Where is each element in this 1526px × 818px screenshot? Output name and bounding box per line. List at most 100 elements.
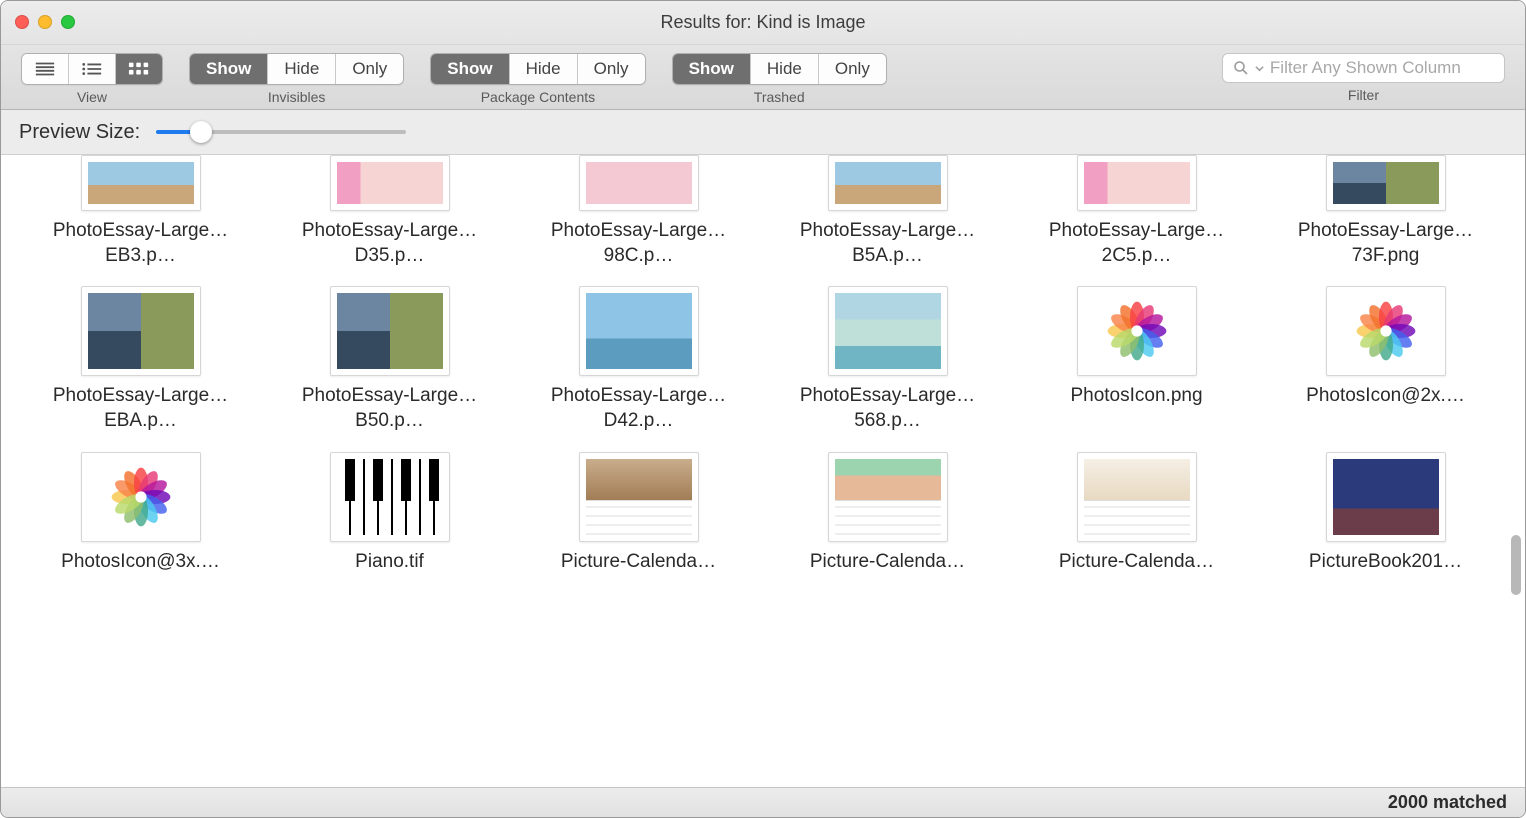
view-list-button[interactable] bbox=[22, 54, 68, 84]
packages-segmented: Show Hide Only bbox=[430, 53, 645, 85]
trashed-show-button[interactable]: Show bbox=[673, 54, 750, 84]
file-name: Piano.tif bbox=[355, 550, 424, 575]
filter-input[interactable] bbox=[1270, 58, 1494, 78]
filter-group: Filter bbox=[1222, 53, 1505, 103]
file-item[interactable]: PhotoEssay-Large…98C.p… bbox=[519, 155, 758, 268]
file-thumbnail bbox=[579, 286, 699, 376]
file-item[interactable]: PhotosIcon@3x.… bbox=[21, 452, 260, 575]
file-thumbnail bbox=[330, 155, 450, 211]
file-item[interactable]: PhotosIcon@2x.… bbox=[1266, 286, 1505, 433]
file-name: Picture-Calenda… bbox=[1059, 550, 1214, 575]
toolbar: View Show Hide Only Invisibles Show Hide… bbox=[1, 45, 1525, 110]
preview-size-bar: Preview Size: bbox=[1, 110, 1525, 155]
file-item[interactable]: PhotoEssay-Large…EB3.p… bbox=[21, 155, 260, 268]
file-name: PhotoEssay-Large…B50.p… bbox=[295, 384, 485, 433]
packages-caption: Package Contents bbox=[481, 89, 595, 105]
file-item[interactable]: Picture-Calenda… bbox=[519, 452, 758, 575]
file-item[interactable]: PhotoEssay-Large…B5A.p… bbox=[768, 155, 1007, 268]
file-name: PhotoEssay-Large…D42.p… bbox=[544, 384, 734, 433]
results-area: PhotoEssay-Large…EB3.p… PhotoEssay-Large… bbox=[1, 155, 1525, 787]
trashed-caption: Trashed bbox=[754, 89, 805, 105]
file-name: PhotosIcon@2x.… bbox=[1306, 384, 1465, 409]
filter-field[interactable] bbox=[1222, 53, 1505, 83]
file-item[interactable]: Picture-Calenda… bbox=[768, 452, 1007, 575]
file-name: PhotoEssay-Large…B5A.p… bbox=[793, 219, 983, 268]
file-thumbnail bbox=[828, 155, 948, 211]
preview-size-label: Preview Size: bbox=[19, 121, 140, 144]
file-name: Picture-Calenda… bbox=[561, 550, 716, 575]
traffic-lights bbox=[15, 15, 75, 29]
view-segmented bbox=[21, 53, 163, 85]
file-thumbnail bbox=[81, 452, 201, 542]
file-item[interactable]: PhotoEssay-Large…D42.p… bbox=[519, 286, 758, 433]
search-icon bbox=[1233, 60, 1249, 76]
view-caption: View bbox=[77, 89, 107, 105]
file-thumbnail bbox=[579, 155, 699, 211]
invisibles-only-button[interactable]: Only bbox=[335, 54, 403, 84]
packages-only-button[interactable]: Only bbox=[577, 54, 645, 84]
titlebar: Results for: Kind is Image bbox=[1, 1, 1525, 45]
file-thumbnail bbox=[1326, 286, 1446, 376]
list-lines-icon bbox=[34, 61, 56, 77]
results-grid: PhotoEssay-Large…EB3.p… PhotoEssay-Large… bbox=[1, 155, 1525, 594]
packages-group: Show Hide Only Package Contents bbox=[430, 53, 645, 105]
view-outline-button[interactable] bbox=[68, 54, 115, 84]
view-icon-button[interactable] bbox=[115, 54, 162, 84]
slider-thumb[interactable] bbox=[190, 121, 212, 143]
file-item[interactable]: PictureBook201… bbox=[1266, 452, 1505, 575]
file-item[interactable]: PhotoEssay-Large…568.p… bbox=[768, 286, 1007, 433]
file-name: PhotoEssay-Large…EB3.p… bbox=[46, 219, 236, 268]
view-group: View bbox=[21, 53, 163, 105]
file-item[interactable]: PhotoEssay-Large…73F.png bbox=[1266, 155, 1505, 268]
status-bar: 2000 matched bbox=[1, 787, 1525, 817]
file-name: PhotoEssay-Large…568.p… bbox=[793, 384, 983, 433]
file-thumbnail bbox=[1077, 452, 1197, 542]
file-thumbnail bbox=[1077, 286, 1197, 376]
scrollbar-thumb[interactable] bbox=[1511, 535, 1521, 595]
window-title: Results for: Kind is Image bbox=[660, 12, 865, 33]
file-item[interactable]: Piano.tif bbox=[270, 452, 509, 575]
packages-show-button[interactable]: Show bbox=[431, 54, 508, 84]
minimize-button[interactable] bbox=[38, 15, 52, 29]
trashed-hide-button[interactable]: Hide bbox=[750, 54, 818, 84]
file-thumbnail bbox=[1326, 155, 1446, 211]
invisibles-caption: Invisibles bbox=[268, 89, 326, 105]
outline-icon bbox=[81, 61, 103, 77]
packages-hide-button[interactable]: Hide bbox=[509, 54, 577, 84]
file-item[interactable]: PhotoEssay-Large…EBA.p… bbox=[21, 286, 260, 433]
trashed-group: Show Hide Only Trashed bbox=[672, 53, 887, 105]
file-name: PhotoEssay-Large…D35.p… bbox=[295, 219, 485, 268]
invisibles-segmented: Show Hide Only bbox=[189, 53, 404, 85]
close-button[interactable] bbox=[15, 15, 29, 29]
file-name: PictureBook201… bbox=[1309, 550, 1462, 575]
file-thumbnail bbox=[828, 286, 948, 376]
file-name: PhotoEssay-Large…73F.png bbox=[1291, 219, 1481, 268]
file-item[interactable]: PhotoEssay-Large…D35.p… bbox=[270, 155, 509, 268]
file-item[interactable]: Picture-Calenda… bbox=[1017, 452, 1256, 575]
file-thumbnail bbox=[1077, 155, 1197, 211]
file-name: PhotosIcon.png bbox=[1070, 384, 1202, 409]
grid-icon bbox=[128, 61, 150, 77]
file-name: Picture-Calenda… bbox=[810, 550, 965, 575]
filter-caption: Filter bbox=[1348, 87, 1379, 103]
file-thumbnail bbox=[330, 286, 450, 376]
file-thumbnail bbox=[330, 452, 450, 542]
chevron-down-icon bbox=[1255, 64, 1264, 73]
preview-size-slider[interactable] bbox=[156, 122, 406, 142]
invisibles-show-button[interactable]: Show bbox=[190, 54, 267, 84]
file-name: PhotoEssay-Large…EBA.p… bbox=[46, 384, 236, 433]
file-item[interactable]: PhotoEssay-Large…B50.p… bbox=[270, 286, 509, 433]
file-thumbnail bbox=[1326, 452, 1446, 542]
file-name: PhotoEssay-Large…98C.p… bbox=[544, 219, 734, 268]
window: Results for: Kind is Image View Show Hid… bbox=[0, 0, 1526, 818]
invisibles-group: Show Hide Only Invisibles bbox=[189, 53, 404, 105]
file-name: PhotoEssay-Large…2C5.p… bbox=[1042, 219, 1232, 268]
file-thumbnail bbox=[828, 452, 948, 542]
file-name: PhotosIcon@3x.… bbox=[61, 550, 220, 575]
file-item[interactable]: PhotoEssay-Large…2C5.p… bbox=[1017, 155, 1256, 268]
invisibles-hide-button[interactable]: Hide bbox=[267, 54, 335, 84]
file-thumbnail bbox=[81, 155, 201, 211]
zoom-button[interactable] bbox=[61, 15, 75, 29]
trashed-only-button[interactable]: Only bbox=[818, 54, 886, 84]
file-item[interactable]: PhotosIcon.png bbox=[1017, 286, 1256, 433]
